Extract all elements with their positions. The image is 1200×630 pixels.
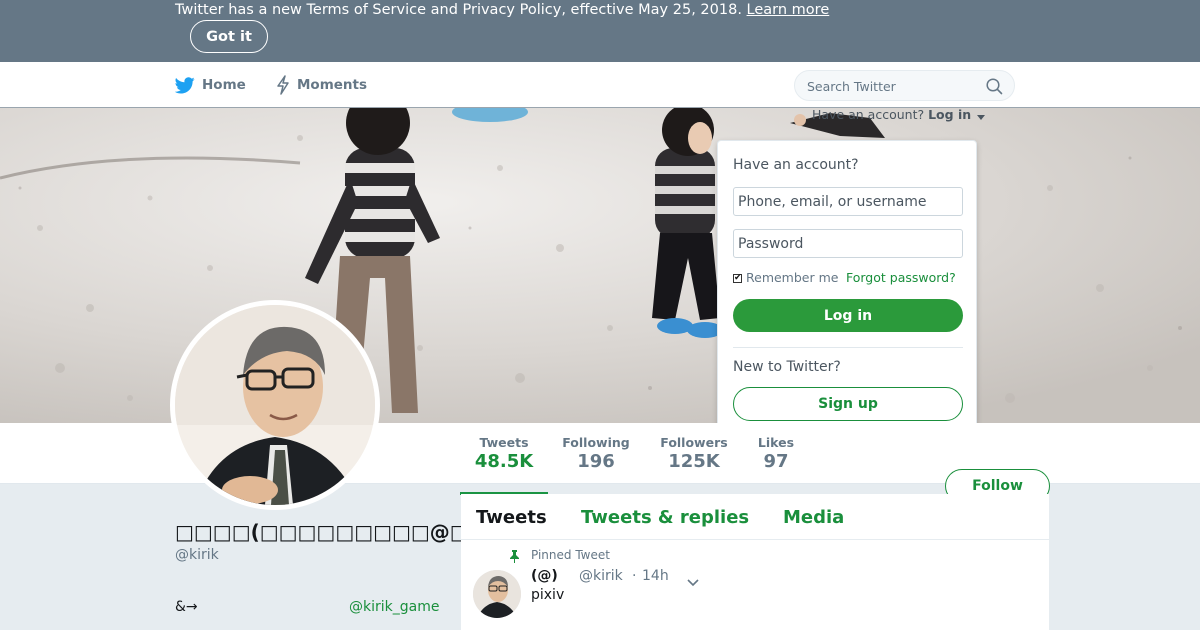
tweet-avatar[interactable] — [473, 570, 521, 618]
tab-media[interactable]: Media — [783, 507, 844, 528]
terms-notice-banner: Twitter has a new Terms of Service and P… — [0, 0, 1200, 62]
username-field[interactable] — [733, 187, 963, 216]
nav-moments[interactable]: Moments — [276, 62, 367, 108]
profile-handle: @kirik — [175, 547, 219, 563]
caret-down-icon[interactable] — [977, 108, 986, 123]
tab-tweets[interactable]: Tweets — [476, 507, 547, 528]
profile-bio: &→ — [175, 599, 198, 615]
login-heading: Have an account? — [733, 157, 859, 173]
log-in-button[interactable]: Log in — [733, 299, 963, 332]
nav-home-label: Home — [202, 77, 246, 93]
tweet-author-handle[interactable]: @kirik — [579, 568, 623, 584]
learn-more-link[interactable]: Learn more — [747, 2, 830, 18]
pinned-tweet-label: Pinned Tweet — [531, 548, 610, 562]
lightning-icon — [276, 75, 290, 95]
stat-label: Tweets — [479, 435, 529, 450]
login-trigger-link[interactable]: Log in — [928, 107, 971, 122]
login-divider — [733, 347, 963, 348]
login-dropdown-panel: Have an account? ✔ Remember me · Forgot … — [717, 140, 977, 440]
stat-label: Following — [562, 435, 630, 450]
notice-message: Twitter has a new Terms of Service and P… — [175, 2, 742, 18]
nav-moments-label: Moments — [297, 77, 368, 93]
stat-tweets[interactable]: Tweets 48.5K — [460, 435, 548, 495]
tweet-separator: · — [632, 568, 637, 584]
nav-home[interactable]: Home — [175, 62, 246, 108]
forgot-password-link[interactable]: Forgot password? — [846, 270, 956, 285]
pin-icon — [509, 548, 520, 567]
stat-likes[interactable]: Likes 97 — [752, 435, 800, 472]
stat-value: 48.5K — [474, 451, 534, 472]
sign-up-button[interactable]: Sign up — [733, 387, 963, 421]
twitter-bird-icon — [175, 76, 195, 94]
top-navbar: Home Moments — [0, 62, 1200, 108]
chevron-down-icon[interactable] — [687, 572, 699, 591]
login-trigger: Have an account? Log in — [812, 107, 986, 123]
timeline-tabs: Tweets Tweets & replies Media — [461, 494, 1049, 540]
search-box — [794, 70, 1015, 101]
stat-value: 196 — [577, 451, 615, 472]
search-icon[interactable] — [986, 78, 1003, 99]
timeline: Tweets Tweets & replies Media Pinned Twe… — [461, 494, 1049, 630]
stat-value: 97 — [763, 451, 789, 472]
remember-me-label: Remember me — [746, 270, 839, 285]
search-input[interactable] — [807, 77, 977, 95]
password-field[interactable] — [733, 229, 963, 258]
tweet-author-name[interactable]: (@) — [531, 568, 558, 584]
stat-label: Likes — [757, 435, 795, 450]
tweet-timestamp[interactable]: 14h — [642, 568, 669, 584]
tab-tweets-and-replies[interactable]: Tweets & replies — [581, 507, 749, 528]
got-it-button[interactable]: Got it — [190, 20, 268, 53]
tweet-text: pixiv — [531, 587, 565, 603]
notice-text-line: Twitter has a new Terms of Service and P… — [175, 1, 829, 19]
stat-value: 125K — [668, 451, 720, 472]
login-trigger-prefix: Have an account? — [812, 107, 925, 122]
remember-separator: · — [835, 270, 839, 285]
remember-me-checkbox[interactable]: ✔ — [733, 274, 742, 283]
stat-label: Followers — [660, 435, 728, 450]
stat-following[interactable]: Following 196 — [560, 435, 632, 472]
profile-bio-mention-link[interactable]: @kirik_game — [349, 599, 439, 615]
profile-avatar[interactable] — [170, 300, 380, 510]
new-to-twitter-label: New to Twitter? — [733, 359, 841, 375]
stat-followers[interactable]: Followers 125K — [658, 435, 730, 472]
